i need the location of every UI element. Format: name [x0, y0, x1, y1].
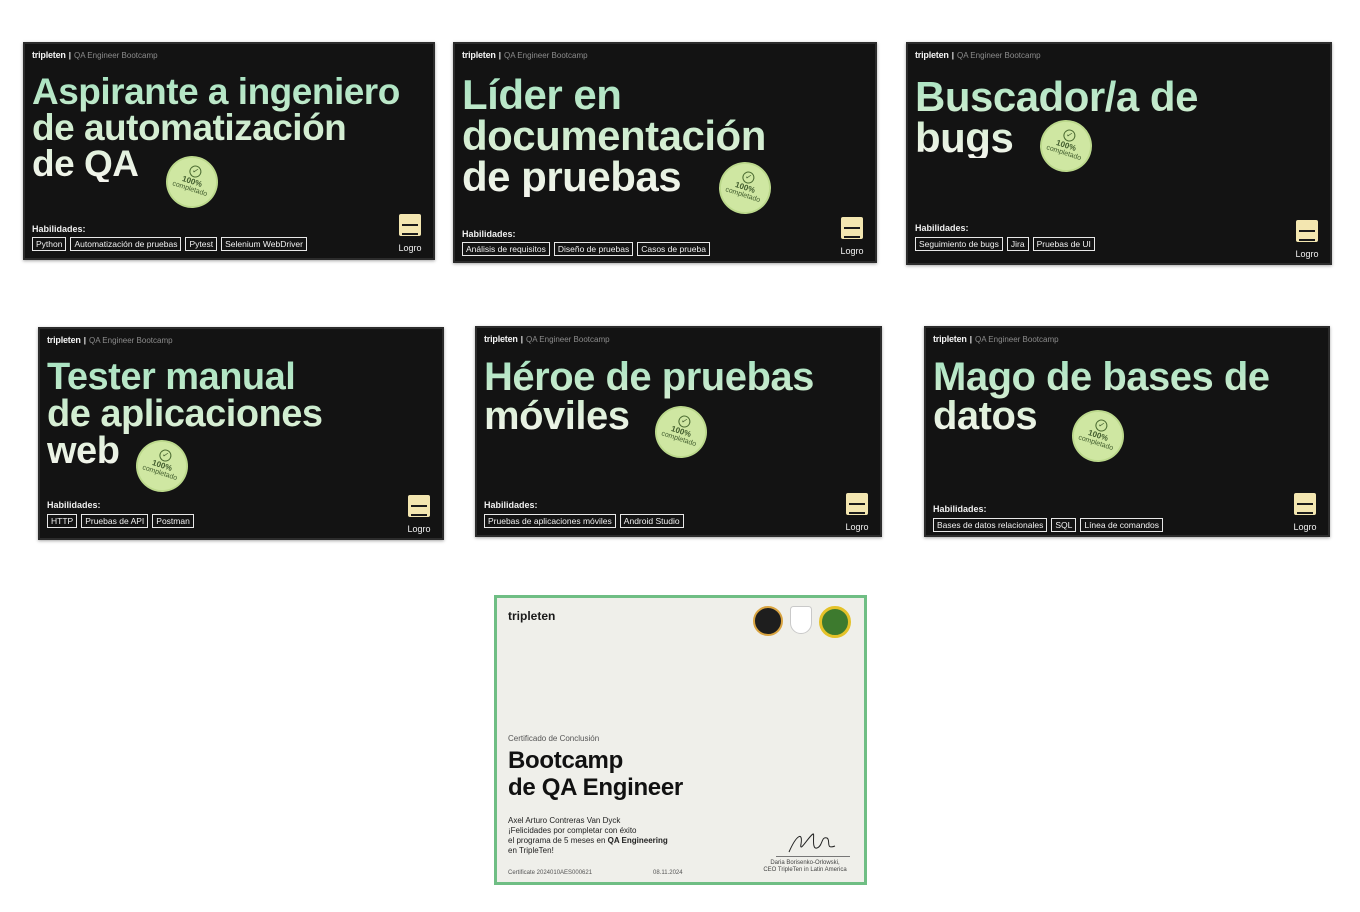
- skill-tag: Pytest: [185, 237, 218, 251]
- certificate-subtitle: Certificado de Conclusión: [508, 734, 600, 743]
- skill-tag: HTTP: [47, 514, 78, 528]
- achievement-card-1: tripleten | QA Engineer Bootcamp Aspirante…: [23, 42, 435, 260]
- skill-tag: Seguimiento de bugs: [915, 237, 1003, 251]
- skill-tag: SQL: [1051, 518, 1077, 532]
- card-header: tripleten | QA Engineer Bootcamp: [32, 50, 158, 60]
- certificate-body: Axel Arturo Contreras Van Dyck ¡Felicida…: [508, 816, 668, 855]
- skill-tag: Selenium WebDriver: [221, 237, 307, 251]
- trophy-folder-icon: [846, 493, 868, 515]
- skills-list: Seguimiento de bugs Jira Pruebas de UI: [915, 237, 1095, 251]
- award-badge-icon: [819, 606, 851, 638]
- skill-tag: Postman: [152, 514, 194, 528]
- skill-tag: Python: [32, 237, 67, 251]
- skills-list: HTTP Pruebas de API Postman: [47, 514, 194, 528]
- program-label: QA Engineer Bootcamp: [956, 51, 1041, 60]
- program-label: QA Engineer Bootcamp: [974, 335, 1059, 344]
- logro-mark: Logro: [837, 217, 867, 259]
- logro-mark: Logro: [1290, 493, 1320, 535]
- certificate-id: Certificate 2024010AES000621: [508, 870, 593, 876]
- card-title: Aspirante a ingeniero de automatización de…: [32, 71, 400, 184]
- skill-tag: Casos de prueba: [637, 242, 710, 256]
- achievement-card-5: tripleten | QA Engineer Bootcamp Héroe de …: [475, 326, 882, 537]
- achievement-card-6: tripleten | QA Engineer Bootcamp Mago de b…: [924, 326, 1330, 537]
- brand-logo: tripleten: [32, 50, 66, 60]
- certificate-date: 08.11.2024: [653, 870, 683, 876]
- logro-mark: Logro: [842, 493, 872, 535]
- award-seal-icon: [753, 606, 783, 636]
- card-header: tripleten | QA Engineer Bootcamp: [933, 334, 1059, 344]
- skills-label: Habilidades:: [47, 500, 101, 510]
- achievement-card-2: tripleten | QA Engineer Bootcamp Líder en d…: [453, 42, 877, 263]
- card-header: tripleten | QA Engineer Bootcamp: [47, 335, 173, 345]
- skill-tag: Automatización de pruebas: [70, 237, 182, 251]
- trophy-folder-icon: [841, 217, 863, 239]
- signer-info: Daria Borisenko-Orlowski, CEO TripleTen …: [763, 860, 847, 873]
- trophy-folder-icon: [1294, 493, 1316, 515]
- card-title: Héroe de pruebas móviles: [484, 355, 814, 438]
- skills-list: Bases de datos relacionales SQL Línea de…: [933, 518, 1164, 532]
- card-header: tripleten | QA Engineer Bootcamp: [915, 50, 1041, 60]
- skills-list: Python Automatización de pruebas Pytest …: [32, 237, 307, 251]
- trophy-folder-icon: [399, 214, 421, 236]
- skill-tag: Diseño de pruebas: [553, 242, 634, 256]
- skills-label: Habilidades:: [462, 229, 516, 239]
- trophy-folder-icon: [408, 495, 430, 517]
- skill-tag: Pruebas de API: [81, 514, 149, 528]
- program-label: QA Engineer Bootcamp: [503, 51, 588, 60]
- skill-tag: Pruebas de aplicaciones móviles: [484, 514, 616, 528]
- logro-mark: Logro: [1292, 220, 1322, 262]
- achievement-card-4: tripleten | QA Engineer Bootcamp Tester ma…: [38, 327, 444, 540]
- brand-logo: tripleten: [508, 609, 556, 623]
- skill-tag: Android Studio: [619, 514, 684, 528]
- completion-certificate: tripleten Certificado de Conclusión Boot…: [494, 595, 867, 885]
- skill-tag: Pruebas de UI: [1032, 237, 1095, 251]
- skills-label: Habilidades:: [484, 500, 538, 510]
- trophy-folder-icon: [1296, 220, 1318, 242]
- skill-tag: Bases de datos relacionales: [933, 518, 1048, 532]
- brand-logo: tripleten: [915, 50, 949, 60]
- card-header: tripleten | QA Engineer Bootcamp: [462, 50, 588, 60]
- program-label: QA Engineer Bootcamp: [88, 336, 173, 345]
- card-header: tripleten | QA Engineer Bootcamp: [484, 334, 610, 344]
- recipient-name: Axel Arturo Contreras Van Dyck: [508, 816, 621, 825]
- brand-logo: tripleten: [933, 334, 967, 344]
- certificate-title: Bootcamp de QA Engineer: [508, 747, 683, 801]
- logro-mark: Logro: [395, 214, 425, 256]
- award-shield-icon: [790, 606, 812, 634]
- skills-label: Habilidades:: [32, 224, 86, 234]
- signature-graphic: [788, 833, 836, 853]
- program-label: QA Engineer Bootcamp: [73, 51, 158, 60]
- skill-tag: Línea de comandos: [1080, 518, 1164, 532]
- brand-logo: tripleten: [462, 50, 496, 60]
- skills-list: Pruebas de aplicaciones móviles Android …: [484, 514, 684, 528]
- skill-tag: Análisis de requisitos: [462, 242, 550, 256]
- logro-mark: Logro: [404, 495, 434, 537]
- card-title: Líder en documentación de pruebas: [462, 71, 766, 200]
- brand-logo: tripleten: [47, 335, 81, 345]
- program-label: QA Engineer Bootcamp: [525, 335, 610, 344]
- skills-label: Habilidades:: [933, 504, 987, 514]
- skills-label: Habilidades:: [915, 223, 969, 233]
- brand-logo: tripleten: [484, 334, 518, 344]
- card-title: Tester manual de aplicaciones web: [47, 356, 323, 472]
- achievement-card-3: tripleten | QA Engineer Bootcamp Buscador/…: [906, 42, 1332, 265]
- signature-line: [776, 856, 850, 857]
- skill-tag: Jira: [1006, 237, 1029, 251]
- skills-list: Análisis de requisitos Diseño de pruebas…: [462, 242, 710, 256]
